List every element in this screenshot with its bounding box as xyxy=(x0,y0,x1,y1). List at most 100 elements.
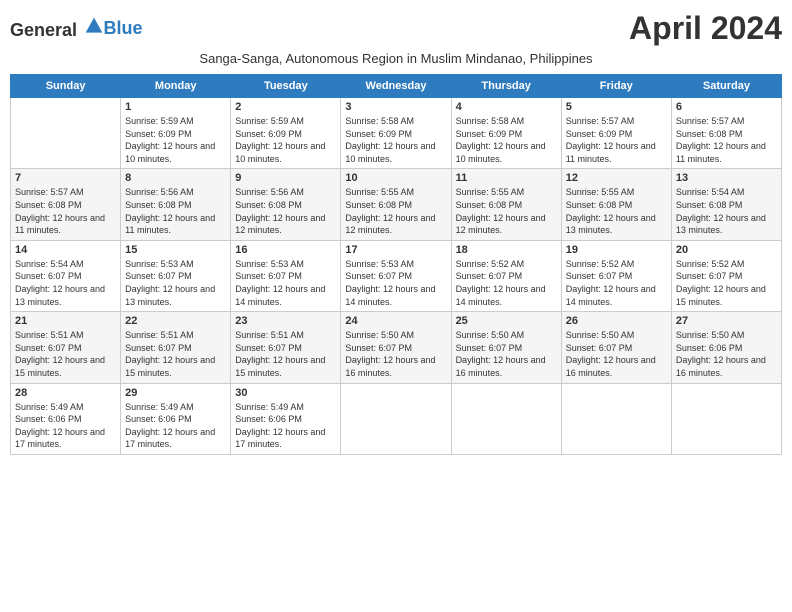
day-info: Sunrise: 5:52 AM Sunset: 6:07 PM Dayligh… xyxy=(676,258,777,308)
day-number: 9 xyxy=(235,172,336,184)
day-info: Sunrise: 5:57 AM Sunset: 6:09 PM Dayligh… xyxy=(566,115,667,165)
day-number: 10 xyxy=(345,172,446,184)
calendar-cell: 14 Sunrise: 5:54 AM Sunset: 6:07 PM Dayli… xyxy=(11,240,121,311)
calendar-cell xyxy=(451,383,561,454)
day-info: Sunrise: 5:55 AM Sunset: 6:08 PM Dayligh… xyxy=(345,186,446,236)
calendar-cell: 28 Sunrise: 5:49 AM Sunset: 6:06 PM Dayli… xyxy=(11,383,121,454)
day-number: 12 xyxy=(566,172,667,184)
logo: General Blue xyxy=(10,16,143,41)
calendar-cell: 29 Sunrise: 5:49 AM Sunset: 6:06 PM Dayli… xyxy=(121,383,231,454)
calendar-cell: 20 Sunrise: 5:52 AM Sunset: 6:07 PM Dayli… xyxy=(671,240,781,311)
subtitle: Sanga-Sanga, Autonomous Region in Muslim… xyxy=(10,51,782,66)
day-info: Sunrise: 5:55 AM Sunset: 6:08 PM Dayligh… xyxy=(566,186,667,236)
day-number: 2 xyxy=(235,101,336,113)
day-info: Sunrise: 5:50 AM Sunset: 6:07 PM Dayligh… xyxy=(566,329,667,379)
calendar-cell: 10 Sunrise: 5:55 AM Sunset: 6:08 PM Dayli… xyxy=(341,169,451,240)
page-title: April 2024 xyxy=(629,10,782,47)
day-number: 11 xyxy=(456,172,557,184)
calendar-cell: 3 Sunrise: 5:58 AM Sunset: 6:09 PM Daylig… xyxy=(341,98,451,169)
day-info: Sunrise: 5:53 AM Sunset: 6:07 PM Dayligh… xyxy=(235,258,336,308)
day-number: 3 xyxy=(345,101,446,113)
calendar-cell: 19Sunrise: 5:52 AM Sunset: 6:07 PM Dayli… xyxy=(561,240,671,311)
calendar-cell: 18 Sunrise: 5:52 AM Sunset: 6:07 PM Dayli… xyxy=(451,240,561,311)
day-info: Sunrise: 5:53 AM Sunset: 6:07 PM Dayligh… xyxy=(125,258,226,308)
day-number: 13 xyxy=(676,172,777,184)
day-info: Sunrise: 5:58 AM Sunset: 6:09 PM Dayligh… xyxy=(345,115,446,165)
day-header-friday: Friday xyxy=(561,75,671,98)
day-number: 7 xyxy=(15,172,116,184)
calendar-cell: 4Sunrise: 5:58 AM Sunset: 6:09 PM Daylig… xyxy=(451,98,561,169)
calendar-cell: 13 Sunrise: 5:54 AM Sunset: 6:08 PM Dayli… xyxy=(671,169,781,240)
calendar-cell: 15 Sunrise: 5:53 AM Sunset: 6:07 PM Dayli… xyxy=(121,240,231,311)
day-number: 17 xyxy=(345,244,446,256)
calendar-cell xyxy=(11,98,121,169)
day-number: 24 xyxy=(345,315,446,327)
day-info: Sunrise: 5:56 AM Sunset: 6:08 PM Dayligh… xyxy=(125,186,226,236)
day-number: 1 xyxy=(125,101,226,113)
day-info: Sunrise: 5:57 AM Sunset: 6:08 PM Dayligh… xyxy=(676,115,777,165)
calendar-cell: 7 Sunrise: 5:57 AM Sunset: 6:08 PM Daylig… xyxy=(11,169,121,240)
logo-blue: Blue xyxy=(104,18,143,38)
day-info: Sunrise: 5:49 AM Sunset: 6:06 PM Dayligh… xyxy=(125,401,226,451)
calendar-cell: 2 Sunrise: 5:59 AM Sunset: 6:09 PM Daylig… xyxy=(231,98,341,169)
day-info: Sunrise: 5:52 AM Sunset: 6:07 PM Dayligh… xyxy=(456,258,557,308)
day-number: 5 xyxy=(566,101,667,113)
day-header-sunday: Sunday xyxy=(11,75,121,98)
day-info: Sunrise: 5:50 AM Sunset: 6:06 PM Dayligh… xyxy=(676,329,777,379)
day-info: Sunrise: 5:49 AM Sunset: 6:06 PM Dayligh… xyxy=(15,401,116,451)
day-info: Sunrise: 5:53 AM Sunset: 6:07 PM Dayligh… xyxy=(345,258,446,308)
day-number: 21 xyxy=(15,315,116,327)
calendar-cell: 1 Sunrise: 5:59 AM Sunset: 6:09 PM Daylig… xyxy=(121,98,231,169)
calendar-cell xyxy=(561,383,671,454)
calendar-cell: 12 Sunrise: 5:55 AM Sunset: 6:08 PM Dayli… xyxy=(561,169,671,240)
calendar-cell: 11 Sunrise: 5:55 AM Sunset: 6:08 PM Dayli… xyxy=(451,169,561,240)
day-number: 4 xyxy=(456,101,557,113)
calendar-cell: 22 Sunrise: 5:51 AM Sunset: 6:07 PM Dayli… xyxy=(121,312,231,383)
logo-icon xyxy=(84,16,104,36)
day-header-saturday: Saturday xyxy=(671,75,781,98)
calendar-cell xyxy=(671,383,781,454)
day-info: Sunrise: 5:50 AM Sunset: 6:07 PM Dayligh… xyxy=(345,329,446,379)
day-number: 29 xyxy=(125,387,226,399)
calendar-cell: 30 Sunrise: 5:49 AM Sunset: 6:06 PM Dayli… xyxy=(231,383,341,454)
calendar-cell: 17 Sunrise: 5:53 AM Sunset: 6:07 PM Dayli… xyxy=(341,240,451,311)
calendar-cell: 16 Sunrise: 5:53 AM Sunset: 6:07 PM Dayli… xyxy=(231,240,341,311)
day-number: 18 xyxy=(456,244,557,256)
day-number: 15 xyxy=(125,244,226,256)
day-header-monday: Monday xyxy=(121,75,231,98)
day-info: Sunrise: 5:52 AM Sunset: 6:07 PM Dayligh… xyxy=(566,258,667,308)
day-number: 23 xyxy=(235,315,336,327)
day-number: 26 xyxy=(566,315,667,327)
day-info: Sunrise: 5:51 AM Sunset: 6:07 PM Dayligh… xyxy=(15,329,116,379)
day-info: Sunrise: 5:51 AM Sunset: 6:07 PM Dayligh… xyxy=(125,329,226,379)
day-number: 27 xyxy=(676,315,777,327)
calendar-cell: 27 Sunrise: 5:50 AM Sunset: 6:06 PM Dayli… xyxy=(671,312,781,383)
day-number: 30 xyxy=(235,387,336,399)
day-number: 25 xyxy=(456,315,557,327)
calendar-cell: 8Sunrise: 5:56 AM Sunset: 6:08 PM Daylig… xyxy=(121,169,231,240)
day-info: Sunrise: 5:54 AM Sunset: 6:07 PM Dayligh… xyxy=(15,258,116,308)
day-number: 14 xyxy=(15,244,116,256)
calendar-cell: 25 Sunrise: 5:50 AM Sunset: 6:07 PM Dayli… xyxy=(451,312,561,383)
day-number: 20 xyxy=(676,244,777,256)
day-info: Sunrise: 5:59 AM Sunset: 6:09 PM Dayligh… xyxy=(235,115,336,165)
day-info: Sunrise: 5:54 AM Sunset: 6:08 PM Dayligh… xyxy=(676,186,777,236)
calendar-cell: 23Sunrise: 5:51 AM Sunset: 6:07 PM Dayli… xyxy=(231,312,341,383)
calendar-table: SundayMondayTuesdayWednesdayThursdayFrid… xyxy=(10,74,782,455)
day-number: 6 xyxy=(676,101,777,113)
calendar-cell: 24 Sunrise: 5:50 AM Sunset: 6:07 PM Dayli… xyxy=(341,312,451,383)
day-header-tuesday: Tuesday xyxy=(231,75,341,98)
calendar-cell: 26 Sunrise: 5:50 AM Sunset: 6:07 PM Dayli… xyxy=(561,312,671,383)
day-info: Sunrise: 5:50 AM Sunset: 6:07 PM Dayligh… xyxy=(456,329,557,379)
day-number: 22 xyxy=(125,315,226,327)
day-header-wednesday: Wednesday xyxy=(341,75,451,98)
day-info: Sunrise: 5:55 AM Sunset: 6:08 PM Dayligh… xyxy=(456,186,557,236)
day-info: Sunrise: 5:49 AM Sunset: 6:06 PM Dayligh… xyxy=(235,401,336,451)
day-number: 28 xyxy=(15,387,116,399)
calendar-cell: 6 Sunrise: 5:57 AM Sunset: 6:08 PM Daylig… xyxy=(671,98,781,169)
logo-general: General xyxy=(10,20,77,40)
day-info: Sunrise: 5:59 AM Sunset: 6:09 PM Dayligh… xyxy=(125,115,226,165)
calendar-cell xyxy=(341,383,451,454)
day-info: Sunrise: 5:57 AM Sunset: 6:08 PM Dayligh… xyxy=(15,186,116,236)
day-number: 16 xyxy=(235,244,336,256)
